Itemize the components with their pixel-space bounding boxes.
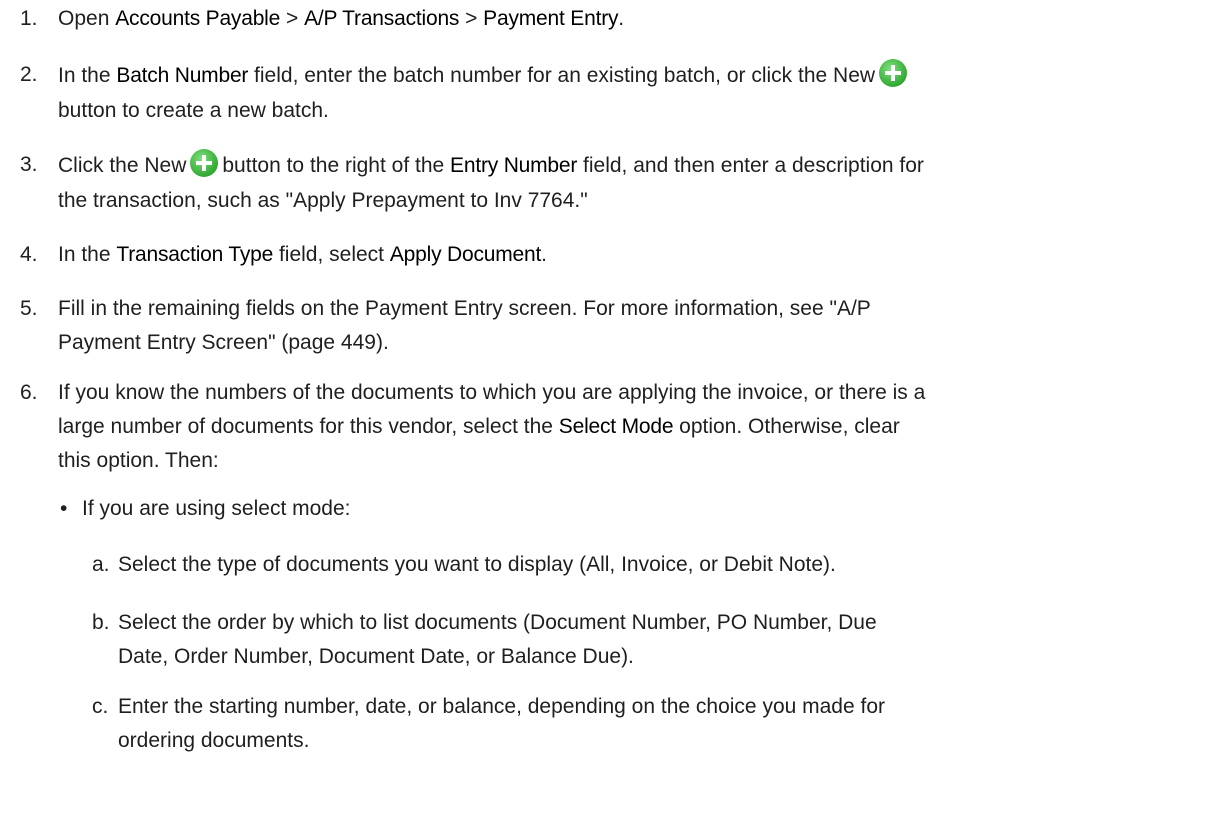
step-text: Fill in the remaining fields on the Paym…: [58, 297, 871, 354]
step-text: Click the New button to the right of the …: [58, 148, 1215, 218]
option-apply-document: Apply Document: [389, 243, 542, 266]
menu-accounts-payable: Accounts Payable: [115, 7, 281, 30]
plus-circle-icon: [878, 58, 908, 88]
step-number: 1.: [20, 7, 38, 30]
bullet-text: If you are using select mode:: [82, 497, 351, 520]
menu-payment-entry: Payment Entry: [483, 7, 619, 30]
option-select-mode: Select Mode: [558, 415, 674, 438]
substep-letter: c.: [92, 695, 109, 718]
step-number: 5.: [20, 297, 38, 320]
substep-text: Enter the starting number, date, or bala…: [118, 695, 886, 752]
step-number: 4.: [20, 243, 38, 266]
step-text: In the Batch Number field, enter the bat…: [58, 58, 1215, 128]
step-text: Open Accounts Payable > A/P Transactions…: [58, 7, 625, 30]
procedure-page: 1. Open Accounts Payable > A/P Transacti…: [0, 0, 1232, 819]
plus-circle-icon: [189, 148, 219, 178]
step-number: 3.: [20, 153, 38, 176]
substep-letter: a.: [92, 553, 110, 576]
menu-ap-transactions: A/P Transactions: [304, 7, 460, 30]
bullet-symbol: •: [60, 497, 68, 520]
field-transaction-type: Transaction Type: [116, 243, 274, 266]
step-number: 2.: [20, 63, 38, 86]
field-entry-number: Entry Number: [450, 154, 578, 177]
field-batch-number: Batch Number: [116, 64, 249, 87]
substep-letter: b.: [92, 611, 110, 634]
substep-text: Select the type of documents you want to…: [118, 553, 836, 576]
step-text: If you know the numbers of the documents…: [58, 381, 926, 472]
step-number: 6.: [20, 381, 38, 404]
substep-text: Select the order by which to list docume…: [118, 611, 877, 668]
step-text: In the Transaction Type field, select Ap…: [58, 243, 547, 266]
